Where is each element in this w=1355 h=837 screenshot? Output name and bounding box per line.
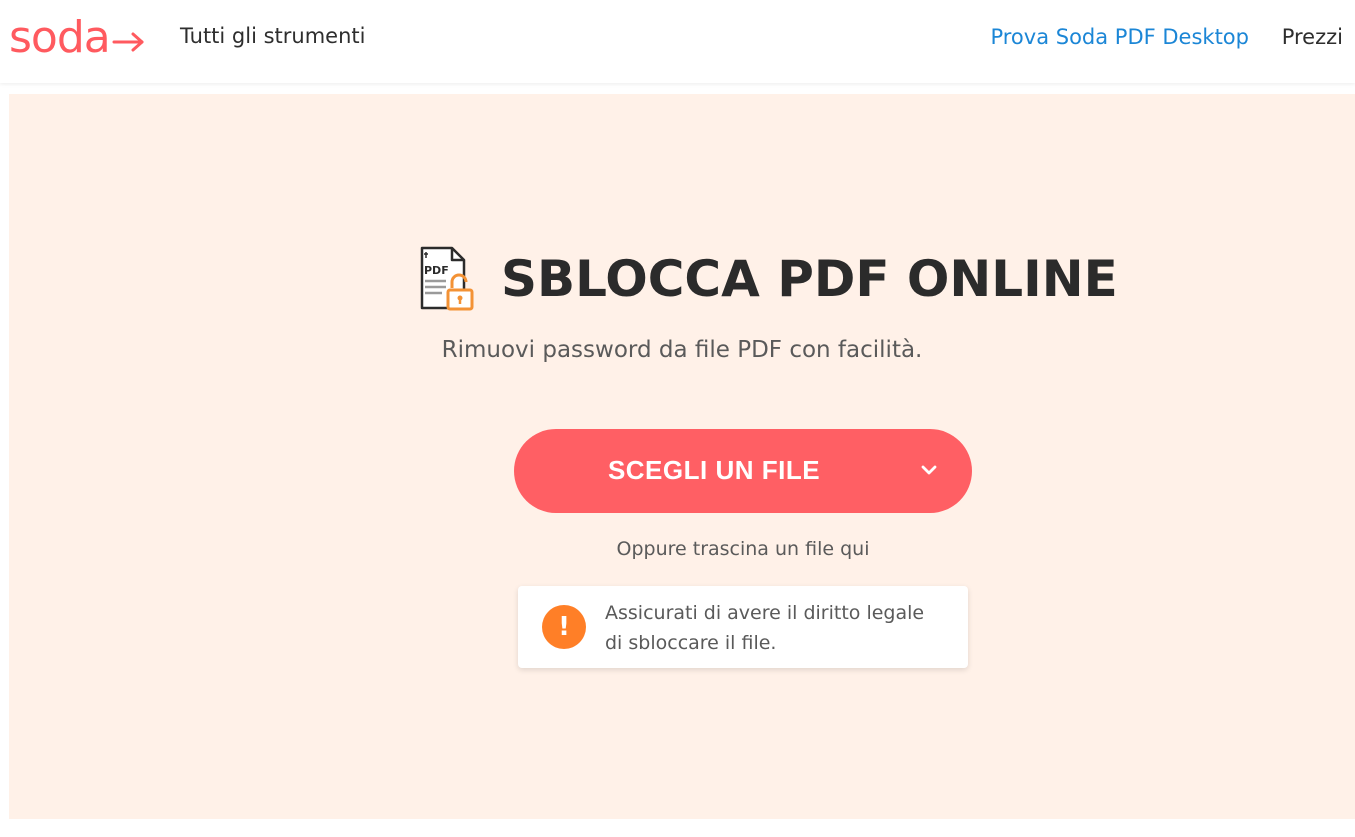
pdf-unlock-icon: PDF [420,246,474,311]
pdf-icon-label: PDF [424,264,449,277]
upload-hero-section[interactable]: PDF SBLOCCA PDF ONLINE Rimuovi password … [9,94,1355,819]
title-row: PDF SBLOCCA PDF ONLINE [412,244,1118,314]
legal-notice-box: ! Assicurati di avere il diritto legale … [518,586,968,668]
drag-drop-hint: Oppure trascina un file qui [616,538,870,560]
chevron-down-icon[interactable] [920,463,938,477]
nav-all-tools-link[interactable]: Tutti gli strumenti [180,24,365,48]
logo-wordmark: soda [9,12,111,63]
top-navigation-bar: soda Tutti gli strumenti Prova Soda PDF … [0,0,1355,83]
arrow-right-icon [112,32,144,52]
nav-pricing-link[interactable]: Prezzi [1282,25,1343,49]
soda-logo[interactable]: soda [9,10,146,66]
page-title: SBLOCCA PDF ONLINE [501,250,1118,308]
legal-notice-text: Assicurati di avere il diritto legale di… [605,602,925,654]
nav-try-desktop-link[interactable]: Prova Soda PDF Desktop [990,25,1249,49]
choose-file-button[interactable]: SCEGLI UN FILE [514,429,972,513]
exclamation-icon: ! [542,605,586,649]
page-subtitle: Rimuovi password da file PDF con facilit… [441,337,923,363]
choose-file-label: SCEGLI UN FILE [607,455,821,485]
